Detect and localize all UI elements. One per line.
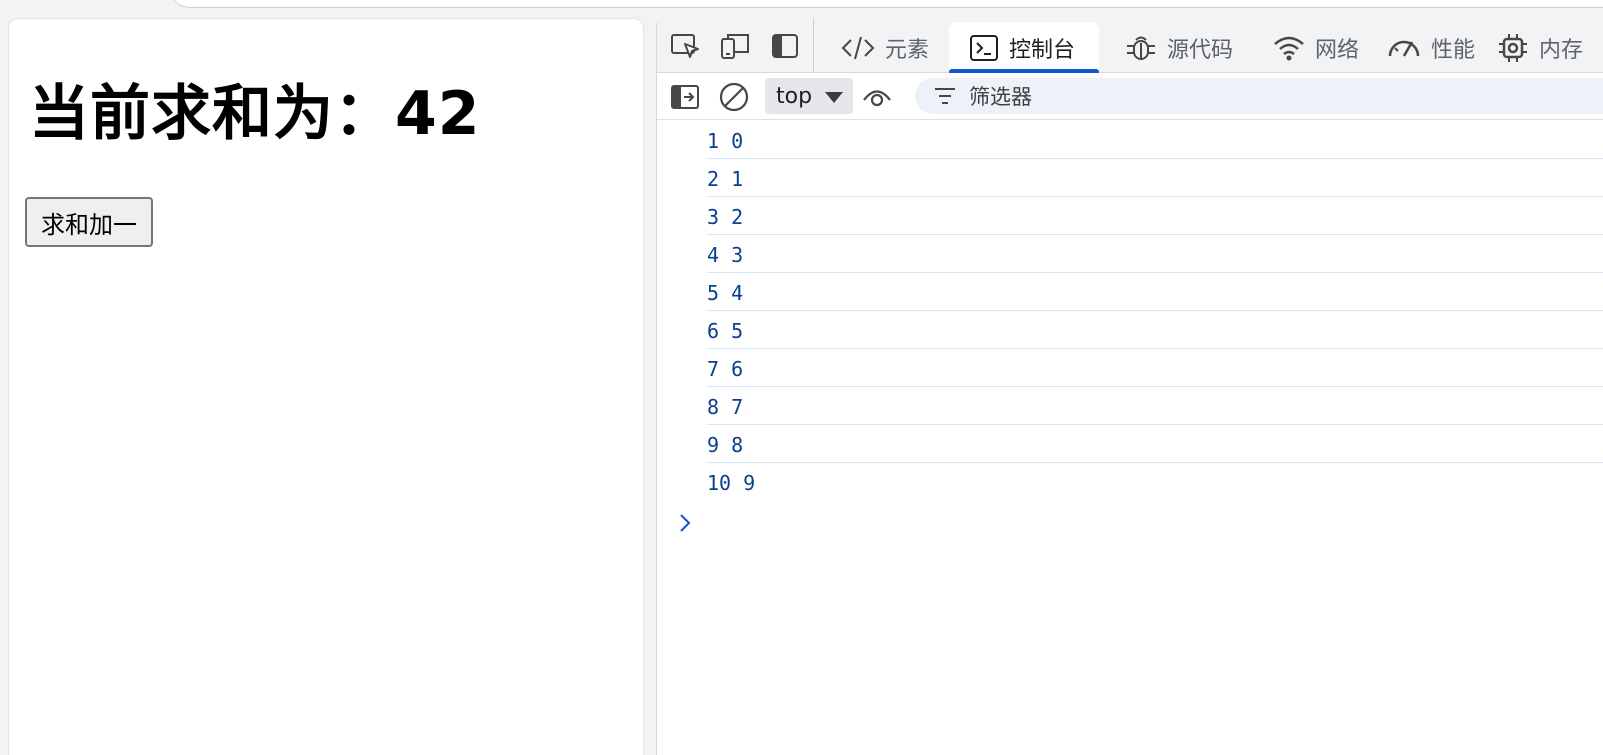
- tab-performance[interactable]: 性能: [1387, 22, 1475, 73]
- dock-side-icon[interactable]: [769, 30, 801, 62]
- wifi-icon: [1274, 36, 1304, 60]
- browser-chrome-edge: [0, 0, 1603, 14]
- device-toolbar-icon[interactable]: [719, 30, 751, 62]
- filter-icon: [935, 88, 955, 104]
- live-expression-eye-icon[interactable]: [861, 81, 893, 113]
- console-icon: [970, 34, 998, 61]
- add-one-button[interactable]: 求和加一: [25, 197, 153, 247]
- tab-network[interactable]: 网络: [1273, 22, 1359, 73]
- tab-console[interactable]: 控制台: [949, 22, 1099, 73]
- console-filter-input[interactable]: 筛选器: [915, 78, 1603, 114]
- tab-label: 性能: [1431, 37, 1476, 63]
- tab-label: 控制台: [1009, 37, 1076, 63]
- tab-label: 源代码: [1167, 37, 1234, 63]
- bug-icon: [1127, 36, 1155, 60]
- console-message: 10 9: [707, 471, 756, 495]
- console-message: 1 0: [707, 121, 1603, 159]
- context-selector[interactable]: top: [765, 78, 853, 114]
- context-value: top: [776, 83, 813, 109]
- tabbar-divider: [813, 18, 814, 73]
- console-message: 7 6: [707, 349, 1603, 387]
- address-bar-edge: [168, 0, 1603, 8]
- gauge-icon: [1388, 40, 1420, 57]
- clear-console-icon[interactable]: [718, 81, 750, 113]
- console-message: 2 1: [707, 159, 1603, 197]
- sidebar-toggle-icon[interactable]: [669, 81, 701, 113]
- tab-elements[interactable]: 元素: [841, 22, 929, 73]
- code-icon: [841, 36, 875, 59]
- console-message: 5 4: [707, 273, 1603, 311]
- tab-label: 网络: [1315, 37, 1360, 63]
- console-message: 4 3: [707, 235, 1603, 273]
- console-message: 3 2: [707, 197, 1603, 235]
- chip-icon: [1499, 33, 1527, 62]
- console-output: 1 0 2 1 3 2 4 3 5 4 6 5 7 6 8 7 9 8 10 9: [657, 121, 1603, 755]
- tab-label: 元素: [885, 37, 930, 63]
- tab-label: 内存: [1539, 37, 1584, 63]
- devtools-panel: 元素 控制台 源代码 网络 性能 内存 top 筛选器 1 0 2 1 3 2 …: [656, 18, 1603, 755]
- console-toolbar: top 筛选器: [657, 74, 1603, 120]
- active-tab-indicator: [949, 69, 1099, 73]
- dropdown-arrow-icon: [825, 92, 843, 103]
- console-prompt-icon[interactable]: [677, 511, 693, 535]
- page-viewport: 当前求和为：42 求和加一: [8, 18, 644, 755]
- devtools-tabbar: 元素 控制台 源代码 网络 性能 内存: [657, 18, 1603, 73]
- tab-memory[interactable]: 内存: [1497, 22, 1583, 73]
- filter-placeholder: 筛选器: [969, 85, 1032, 109]
- console-message: 6 5: [707, 311, 1603, 349]
- console-message: 8 7: [707, 387, 1603, 425]
- sum-heading: 当前求和为：42: [29, 79, 481, 149]
- inspect-element-icon[interactable]: [669, 30, 701, 62]
- tab-sources[interactable]: 源代码: [1125, 22, 1233, 73]
- console-message: 9 8: [707, 425, 1603, 463]
